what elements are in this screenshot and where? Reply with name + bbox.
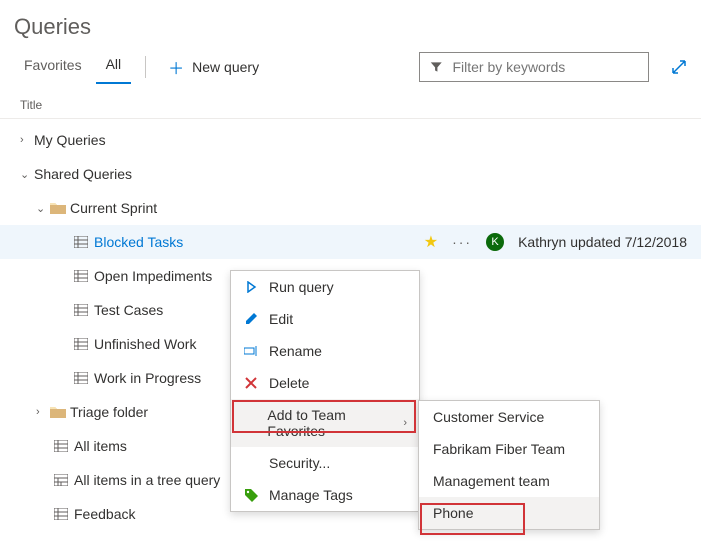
rename-icon <box>243 346 259 356</box>
menu-manage-tags[interactable]: Manage Tags <box>231 479 419 511</box>
submenu-management[interactable]: Management team <box>419 465 599 497</box>
folder-label: Current Sprint <box>70 200 157 216</box>
folder-label: Shared Queries <box>34 166 132 182</box>
more-icon[interactable]: ··· <box>452 234 472 250</box>
query-icon <box>54 508 74 520</box>
query-icon <box>74 270 94 282</box>
menu-label: Delete <box>269 375 309 391</box>
play-icon <box>243 281 259 293</box>
submenu-label: Management team <box>433 473 550 489</box>
submenu-label: Customer Service <box>433 409 544 425</box>
expand-icon[interactable] <box>671 59 687 75</box>
menu-label: Add to Team Favorites <box>267 407 393 439</box>
toolbar: Favorites All ＋ New query <box>0 50 701 92</box>
tab-all[interactable]: All <box>96 50 132 84</box>
query-label: All items in a tree query <box>74 472 220 488</box>
new-query-button[interactable]: ＋ New query <box>160 51 267 83</box>
tree-folder-my-queries[interactable]: › My Queries <box>0 123 701 157</box>
page-title: Queries <box>0 0 701 50</box>
menu-security[interactable]: Security... <box>231 447 419 479</box>
menu-edit[interactable]: Edit <box>231 303 419 335</box>
folder-icon <box>50 405 70 419</box>
tag-icon <box>243 489 259 502</box>
folder-label: Triage folder <box>70 404 148 420</box>
query-icon <box>74 372 94 384</box>
star-icon[interactable]: ★ <box>424 232 438 252</box>
chevron-right-icon: › <box>20 134 34 146</box>
chevron-down-icon: ⌄ <box>20 168 34 181</box>
query-tree-icon <box>54 474 74 486</box>
separator <box>145 56 146 78</box>
avatar: K <box>486 233 504 251</box>
query-icon <box>74 236 94 248</box>
chevron-right-icon: › <box>403 417 407 429</box>
query-icon <box>54 440 74 452</box>
query-label: All items <box>74 438 127 454</box>
menu-delete[interactable]: Delete <box>231 367 419 399</box>
submenu-label: Phone <box>433 505 473 521</box>
plus-icon: ＋ <box>168 55 184 79</box>
query-label: Open Impediments <box>94 268 212 284</box>
tab-favorites[interactable]: Favorites <box>14 51 92 83</box>
menu-rename[interactable]: Rename <box>231 335 419 367</box>
menu-add-favorites[interactable]: Add to Team Favorites › <box>231 399 419 447</box>
new-query-label: New query <box>192 59 259 75</box>
submenu-phone[interactable]: Phone <box>419 497 599 529</box>
submenu-fabrikam[interactable]: Fabrikam Fiber Team <box>419 433 599 465</box>
delete-icon <box>243 377 259 389</box>
context-menu: Run query Edit Rename Delete Add to Team… <box>230 270 420 512</box>
query-label: Unfinished Work <box>94 336 196 352</box>
menu-label: Edit <box>269 311 293 327</box>
menu-label: Run query <box>269 279 334 295</box>
chevron-down-icon: ⌄ <box>36 202 50 215</box>
menu-label: Security... <box>269 455 330 471</box>
filter-input[interactable] <box>452 59 638 75</box>
query-label: Work in Progress <box>94 370 201 386</box>
query-icon <box>74 304 94 316</box>
submenu-teams: Customer Service Fabrikam Fiber Team Man… <box>418 400 600 530</box>
meta-text: Kathryn updated 7/12/2018 <box>518 234 687 250</box>
chevron-right-icon: › <box>36 406 50 418</box>
folder-label: My Queries <box>34 132 106 148</box>
tree-item-blocked-tasks[interactable]: Blocked Tasks ★ ··· K Kathryn updated 7/… <box>0 225 701 259</box>
filter-box[interactable] <box>419 52 649 82</box>
menu-label: Manage Tags <box>269 487 353 503</box>
query-label: Feedback <box>74 506 135 522</box>
submenu-customer-service[interactable]: Customer Service <box>419 401 599 433</box>
folder-icon <box>50 201 70 215</box>
column-header-title: Title <box>0 92 701 119</box>
tree-folder-shared-queries[interactable]: ⌄ Shared Queries <box>0 157 701 191</box>
query-label: Blocked Tasks <box>94 234 183 250</box>
tree-folder-current-sprint[interactable]: ⌄ Current Sprint <box>0 191 701 225</box>
query-label: Test Cases <box>94 302 163 318</box>
filter-icon <box>430 60 442 74</box>
submenu-label: Fabrikam Fiber Team <box>433 441 565 457</box>
menu-label: Rename <box>269 343 322 359</box>
menu-run-query[interactable]: Run query <box>231 271 419 303</box>
query-icon <box>74 338 94 350</box>
pencil-icon <box>243 313 259 325</box>
